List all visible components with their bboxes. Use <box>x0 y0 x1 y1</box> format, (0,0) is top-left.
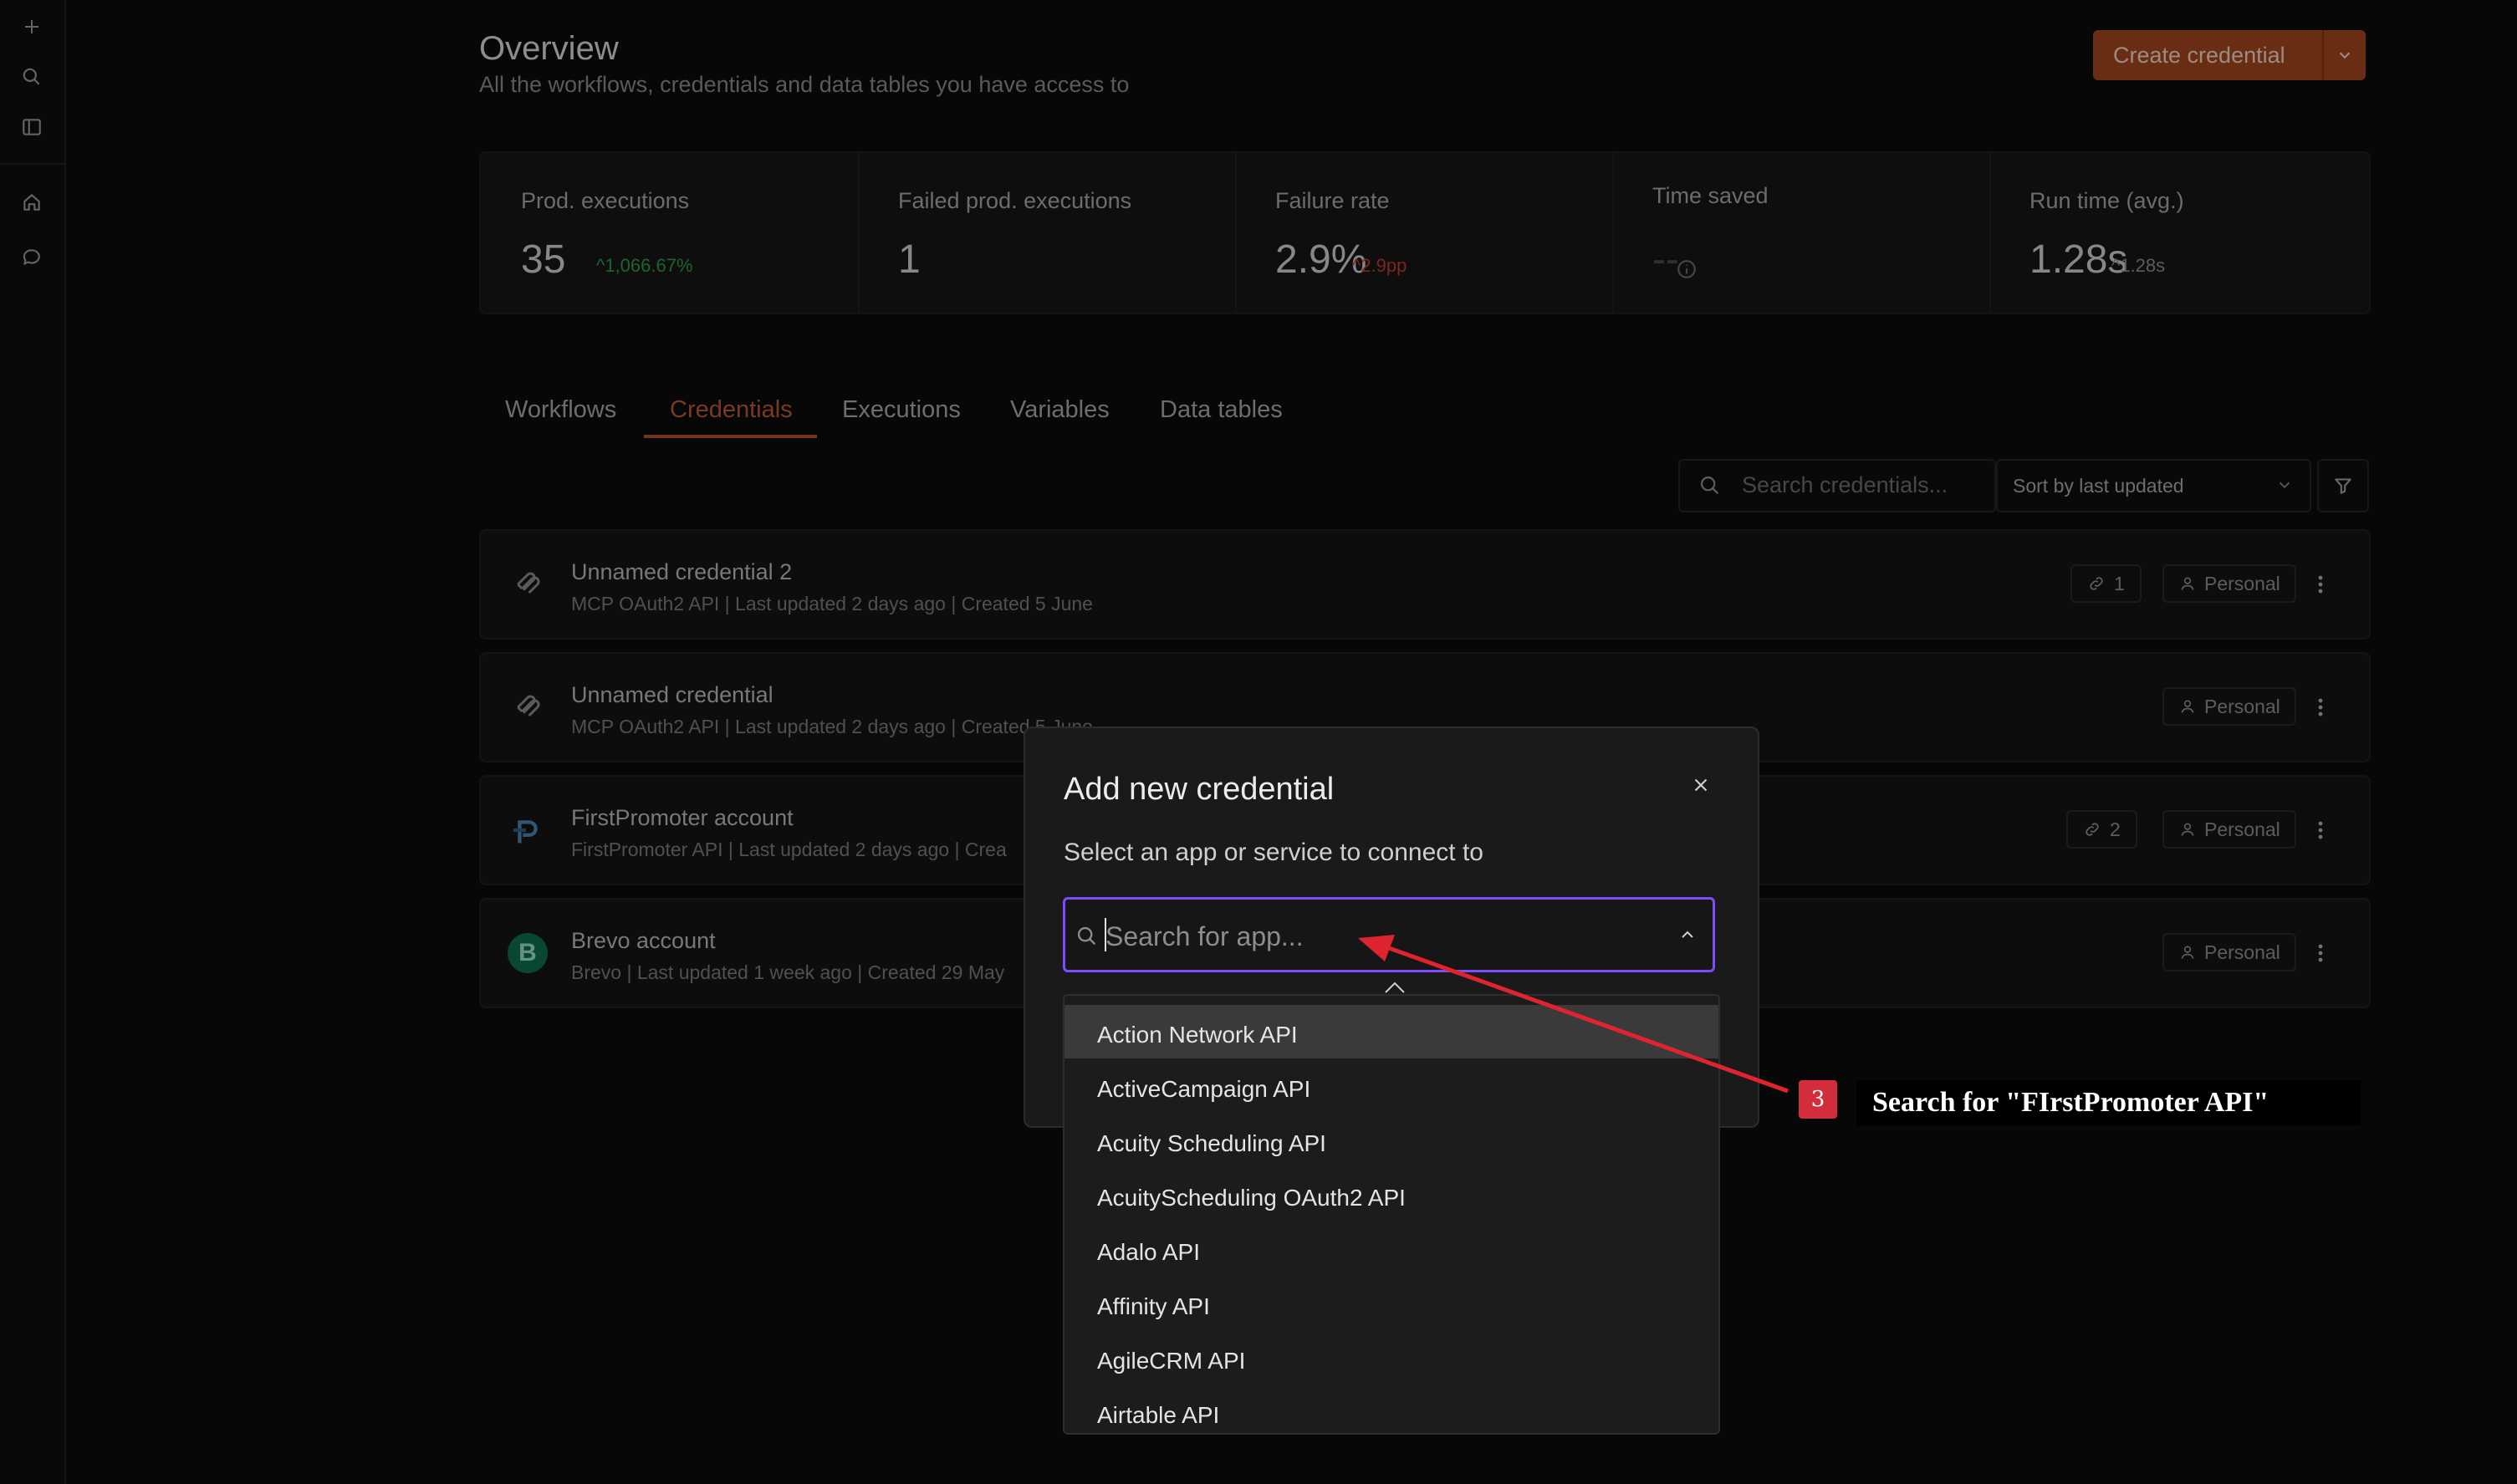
app-search-input[interactable]: Search for app... <box>1063 897 1715 972</box>
app-option[interactable]: AcuityScheduling OAuth2 API <box>1064 1168 1718 1221</box>
dropdown-pointer-icon <box>1383 980 1407 995</box>
app-option[interactable]: AgileCRM API <box>1064 1331 1718 1385</box>
app-option[interactable]: Affinity API <box>1064 1277 1718 1330</box>
search-icon <box>1075 925 1099 948</box>
close-icon[interactable] <box>1684 768 1718 802</box>
annotation-step-badge: 3 <box>1799 1080 1837 1119</box>
modal-title: Add new credential <box>1064 772 1335 807</box>
chevron-up-icon[interactable] <box>1677 925 1698 945</box>
app-option[interactable]: Airtable API <box>1064 1385 1718 1433</box>
app-option[interactable]: Acuity Scheduling API <box>1064 1114 1718 1167</box>
app-options-dropdown: Action Network API ActiveCampaign API Ac… <box>1063 994 1720 1435</box>
text-cursor <box>1105 918 1106 951</box>
app-option[interactable]: Adalo API <box>1064 1222 1718 1276</box>
modal-subtitle: Select an app or service to connect to <box>1064 839 1483 866</box>
app-option[interactable]: Action Network API <box>1064 1005 1718 1058</box>
annotation-label: Search for "FIrstPromoter API" <box>1856 1080 2361 1125</box>
app-option[interactable]: ActiveCampaign API <box>1064 1059 1718 1113</box>
app-search-placeholder: Search for app... <box>1105 921 1304 951</box>
